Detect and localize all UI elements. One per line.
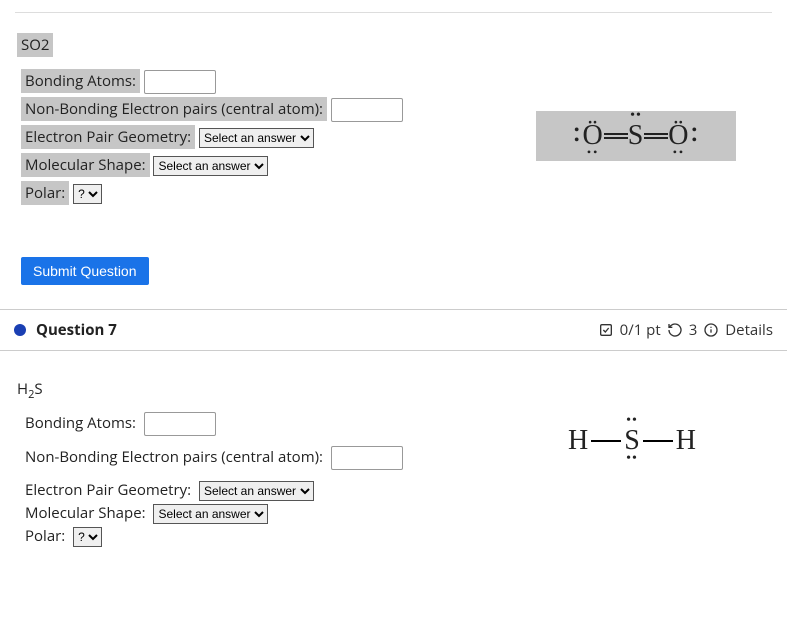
shape-label: Molecular Shape:: [21, 153, 150, 177]
question-bullet-icon: [14, 324, 26, 336]
checkbox-icon: [598, 322, 614, 338]
bonding-atoms-label: Bonding Atoms:: [21, 69, 140, 93]
attempts-text: 3: [689, 320, 698, 340]
nonbonding-input[interactable]: [331, 98, 403, 122]
molecule-formula-so2: SO2: [17, 33, 772, 59]
question-header: Question 7 0/1 pt 3 Details: [0, 310, 787, 351]
nonbonding-label: Non-Bonding Electron pairs (central atom…: [21, 97, 327, 121]
lewis-structure-h2s: HS••••H: [532, 411, 732, 471]
bonding-atoms-input[interactable]: [144, 412, 216, 436]
bonding-atoms-label: Bonding Atoms:: [21, 411, 140, 435]
shape-select[interactable]: Select an answer: [153, 504, 268, 524]
bonding-atoms-input[interactable]: [144, 70, 216, 94]
epg-label: Electron Pair Geometry:: [21, 478, 195, 502]
nonbonding-input[interactable]: [331, 446, 403, 470]
submit-button[interactable]: Submit Question: [21, 257, 149, 285]
nonbonding-label: Non-Bonding Electron pairs (central atom…: [21, 445, 327, 469]
epg-label: Electron Pair Geometry:: [21, 125, 195, 149]
polar-label: Polar:: [21, 181, 69, 205]
info-icon: [703, 322, 719, 338]
epg-select[interactable]: Select an answer: [199, 481, 314, 501]
divider: [15, 12, 772, 13]
retry-icon: [667, 322, 683, 338]
epg-select[interactable]: Select an answer: [199, 128, 314, 148]
polar-select[interactable]: ?: [73, 184, 102, 204]
polar-select[interactable]: ?: [73, 527, 102, 547]
question-title: Question 7: [36, 320, 598, 340]
shape-label: Molecular Shape:: [21, 501, 150, 525]
details-link[interactable]: Details: [725, 320, 773, 340]
polar-label: Polar:: [21, 524, 69, 548]
points-text: 0/1 pt: [620, 320, 661, 340]
shape-select[interactable]: Select an answer: [153, 156, 268, 176]
lewis-structure-so2: •• Ö•• S•• Ö•• ••: [536, 111, 736, 161]
molecule-formula-h2s: H2S: [17, 379, 772, 402]
